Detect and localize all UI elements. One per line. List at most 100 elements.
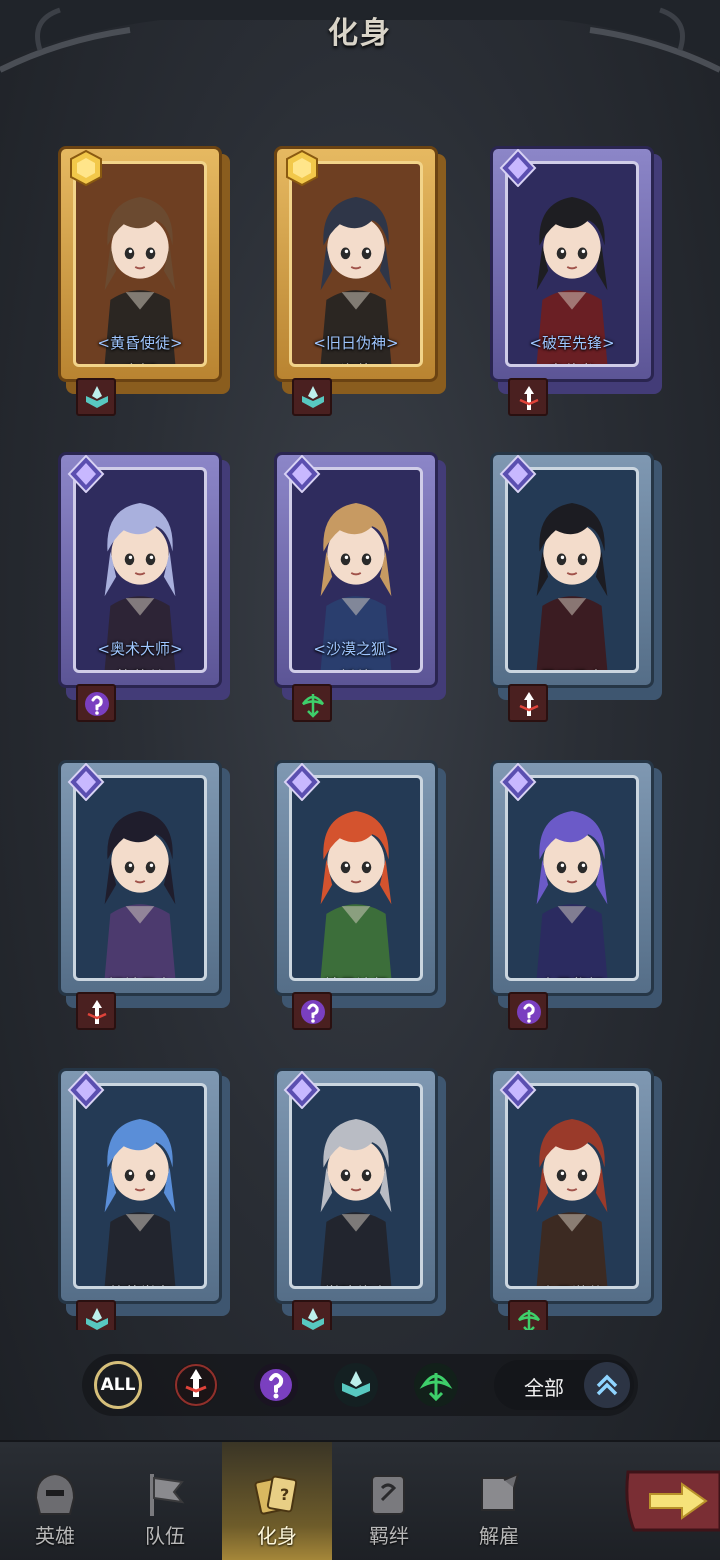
purple-diamond-gem-icon xyxy=(283,763,321,801)
card-name: 托德 xyxy=(292,664,420,670)
card-name: 苍蓝学者 xyxy=(76,1280,204,1286)
card-name: 格蕾丝 xyxy=(76,664,204,670)
character-portrait xyxy=(536,503,608,670)
filter-ranger-button[interactable] xyxy=(412,1361,460,1409)
cards-icon: ? xyxy=(254,1475,298,1515)
card-name: 木灵祭祀 xyxy=(508,972,636,978)
class-badge xyxy=(76,992,116,1030)
dismiss-icon xyxy=(481,1472,520,1511)
nav-item-label: 队伍 xyxy=(145,1524,185,1548)
avatar-card[interactable]: 黑石勇士 xyxy=(490,452,662,722)
avatar-card[interactable]: 木灵祭祀 xyxy=(490,760,662,1030)
character-portrait xyxy=(320,811,392,978)
character-portrait xyxy=(104,811,176,978)
avatar-card[interactable]: <奥术大师> 格蕾丝 xyxy=(58,452,230,722)
ranger-bow-icon xyxy=(517,1310,541,1330)
card-name: 黑石勇士 xyxy=(508,664,636,670)
svg-text:?: ? xyxy=(280,1485,289,1504)
card-portrait-area: <黄昏使徒> 安娜 xyxy=(73,161,207,367)
card-frame: 苍蓝学者 xyxy=(58,1068,222,1304)
purple-diamond-gem-icon xyxy=(67,455,105,493)
arcane-book-icon xyxy=(302,386,324,408)
arcane-book-icon xyxy=(86,1308,108,1330)
mage-orb-icon xyxy=(301,1000,325,1024)
card-name: 奥伯龙 xyxy=(508,358,636,364)
class-badge xyxy=(508,378,548,416)
character-portrait xyxy=(536,1119,608,1286)
card-name: 海伦 xyxy=(292,358,420,364)
character-portrait xyxy=(104,1119,176,1286)
card-portrait-area: 尘风游侠 xyxy=(505,1083,639,1289)
mage-orb-icon xyxy=(254,1363,298,1407)
avatar-card[interactable]: 尘风游侠 xyxy=(490,1068,662,1330)
gold-hex-gem-icon xyxy=(286,149,318,187)
nav-item-label: 化身 xyxy=(257,1524,297,1548)
double-chevron-up-icon xyxy=(596,1374,618,1396)
card-portrait-area: 黑石勇士 xyxy=(505,467,639,673)
card-frame: 木灵祭祀 xyxy=(490,760,654,996)
avatar-card[interactable]: <旧日伪神> 海伦 xyxy=(274,146,446,416)
nav-item-dismiss[interactable]: 解雇 xyxy=(444,1442,554,1560)
nav-item-helmet[interactable]: 英雄 xyxy=(0,1442,110,1560)
card-epithet: <破军先锋> xyxy=(529,334,615,352)
nav-item-label: 羁绊 xyxy=(369,1524,409,1548)
card-epithet: <奥术大师> xyxy=(97,640,183,658)
ranger-bow-icon xyxy=(414,1363,458,1407)
class-badge xyxy=(292,992,332,1030)
filter-arcane-button[interactable] xyxy=(332,1361,380,1409)
purple-diamond-gem-icon xyxy=(499,763,537,801)
card-frame: 学院修士 xyxy=(274,1068,438,1304)
class-badge xyxy=(508,992,548,1030)
nav-item-label: 英雄 xyxy=(35,1524,75,1548)
avatar-card[interactable]: <黄昏使徒> 安娜 xyxy=(58,146,230,416)
avatar-card[interactable]: <沙漠之狐> 托德 xyxy=(274,452,446,722)
class-badge xyxy=(292,684,332,722)
purple-diamond-gem-icon xyxy=(67,1071,105,1109)
purple-diamond-gem-icon xyxy=(499,455,537,493)
avatar-card[interactable]: <破军先锋> 奥伯龙 xyxy=(490,146,662,416)
avatar-card[interactable]: 精灵法师 xyxy=(274,760,446,1030)
card-frame: 黑石勇士 xyxy=(490,452,654,688)
card-portrait-area: <旧日伪神> 海伦 xyxy=(289,161,423,367)
card-name: 安娜 xyxy=(76,358,204,364)
mage-orb-icon xyxy=(517,1000,541,1024)
purple-diamond-gem-icon xyxy=(283,455,321,493)
card-frame: <奥术大师> 格蕾丝 xyxy=(58,452,222,688)
card-portrait-area: 木灵祭祀 xyxy=(505,775,639,981)
class-badge xyxy=(508,684,548,722)
nav-item-cards[interactable]: ? 化身 xyxy=(222,1442,332,1560)
filter-warrior-button[interactable] xyxy=(172,1361,220,1409)
nav-item-flag[interactable]: 队伍 xyxy=(110,1442,220,1560)
warrior-sword-icon xyxy=(87,1000,107,1024)
character-portrait xyxy=(536,811,608,978)
filter-all-button[interactable]: ALL xyxy=(94,1361,142,1409)
avatar-card[interactable]: 学院修士 xyxy=(274,1068,446,1330)
card-portrait-area: 精灵法师 xyxy=(289,775,423,981)
class-badge xyxy=(76,684,116,722)
purple-diamond-gem-icon xyxy=(67,763,105,801)
warrior-sword-icon xyxy=(519,386,539,410)
character-portrait xyxy=(320,1119,392,1286)
next-arrow-button[interactable] xyxy=(620,1466,720,1536)
card-name: 精灵法师 xyxy=(292,972,420,978)
avatar-card[interactable]: 钢铁卫士 xyxy=(58,760,230,1030)
purple-diamond-gem-icon xyxy=(499,149,537,187)
card-epithet: <黄昏使徒> xyxy=(97,334,183,352)
gold-hex-gem-icon xyxy=(70,149,102,187)
card-frame: <破军先锋> 奥伯龙 xyxy=(490,146,654,382)
arcane-book-icon xyxy=(334,1363,378,1407)
filter-mage-button[interactable] xyxy=(252,1361,300,1409)
card-epithet: <旧日伪神> xyxy=(313,334,399,352)
avatar-card[interactable]: 苍蓝学者 xyxy=(58,1068,230,1330)
nav-item-scroll[interactable]: 羁绊 xyxy=(334,1442,444,1560)
sort-dropdown[interactable]: 全部 xyxy=(494,1360,634,1410)
class-badge xyxy=(76,1300,116,1330)
sort-label: 全部 xyxy=(524,1376,564,1400)
sort-toggle-button[interactable] xyxy=(584,1362,630,1408)
card-portrait-area: <破军先锋> 奥伯龙 xyxy=(505,161,639,367)
card-portrait-area: 学院修士 xyxy=(289,1083,423,1289)
card-frame: 精灵法师 xyxy=(274,760,438,996)
card-portrait-area: 苍蓝学者 xyxy=(73,1083,207,1289)
nav-item-label: 解雇 xyxy=(479,1524,519,1548)
purple-diamond-gem-icon xyxy=(499,1071,537,1109)
